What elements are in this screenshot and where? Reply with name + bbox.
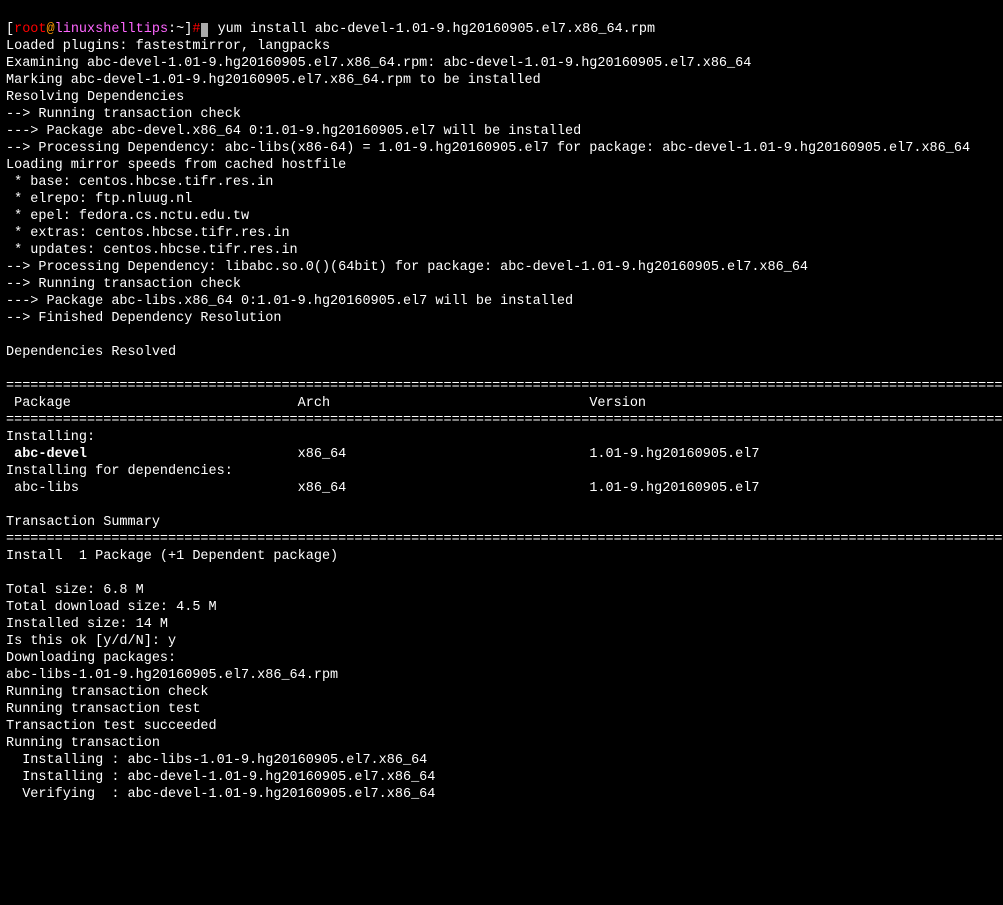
line-trans-summary: Transaction Summary: [6, 515, 160, 530]
prompt-cwd: :~: [168, 22, 184, 37]
line-total-size: Total size: 6.8 M: [6, 583, 144, 598]
line-deps-resolved: Dependencies Resolved: [6, 345, 176, 360]
section-dependencies: Installing for dependencies:: [6, 464, 233, 479]
line-installed-size: Installed size: 14 M: [6, 617, 168, 632]
line-running-trans: Running transaction: [6, 736, 160, 751]
prompt-user: root: [14, 22, 46, 37]
line-mirror-updates: * updates: centos.hbcse.tifr.res.in: [6, 243, 298, 258]
col-package: Package: [14, 396, 71, 411]
line-processing-dep: --> Processing Dependency: abc-libs(x86-…: [6, 141, 970, 156]
table-row: abc-libs x86_64 1.01-9.hg20160905.el7 ep…: [6, 481, 1003, 496]
divider-top: ========================================…: [6, 379, 1003, 394]
line-verifying-devel: Verifying : abc-devel-1.01-9.hg20160905.…: [6, 787, 435, 802]
prompt-host: linuxshelltips: [55, 22, 168, 37]
pkg-ver-1: 1.01-9.hg20160905.el7: [589, 447, 759, 462]
table-row: abc-devel x86_64 1.01-9.hg20160905.el7 /…: [6, 447, 1003, 462]
line-mirror-extras: * extras: centos.hbcse.tifr.res.in: [6, 226, 290, 241]
line-examining: Examining abc-devel-1.01-9.hg20160905.el…: [6, 56, 751, 71]
line-running-check2: --> Running transaction check: [6, 277, 241, 292]
prompt-hash: #: [192, 22, 200, 37]
line-is-this-ok: Is this ok [y/d/N]: y: [6, 634, 176, 649]
line-test-succeeded: Transaction test succeeded: [6, 719, 217, 734]
line-downloading: Downloading packages:: [6, 651, 176, 666]
cursor: [201, 23, 208, 37]
line-run-check: Running transaction check: [6, 685, 209, 700]
col-arch: Arch: [298, 396, 330, 411]
line-download-size: Total download size: 4.5 M: [6, 600, 217, 615]
section-installing: Installing:: [6, 430, 95, 445]
terminal-output[interactable]: [root@linuxshelltips:~]# yum install abc…: [6, 21, 1003, 803]
line-running-check: --> Running transaction check: [6, 107, 241, 122]
line-install-count: Install 1 Package (+1 Dependent package): [6, 549, 338, 564]
prompt-open-bracket: [: [6, 22, 14, 37]
line-pkg-abc-libs: ---> Package abc-libs.x86_64 0:1.01-9.hg…: [6, 294, 573, 309]
line-loading-mirror: Loading mirror speeds from cached hostfi…: [6, 158, 346, 173]
table-header: Package Arch Version Repository: [6, 396, 1003, 411]
line-rpm-file: abc-libs-1.01-9.hg20160905.el7.x86_64.rp…: [6, 668, 338, 683]
col-version: Version: [589, 396, 646, 411]
line-resolving: Resolving Dependencies: [6, 90, 184, 105]
pkg-arch-1: x86_64: [298, 447, 347, 462]
line-processing-dep2: --> Processing Dependency: libabc.so.0()…: [6, 260, 808, 275]
line-mirror-epel: * epel: fedora.cs.nctu.edu.tw: [6, 209, 249, 224]
line-finished-dep: --> Finished Dependency Resolution: [6, 311, 281, 326]
line-loaded-plugins: Loaded plugins: fastestmirror, langpacks: [6, 39, 330, 54]
line-installing-devel: Installing : abc-devel-1.01-9.hg20160905…: [6, 770, 435, 785]
line-pkg-will-install: ---> Package abc-devel.x86_64 0:1.01-9.h…: [6, 124, 581, 139]
line-mirror-base: * base: centos.hbcse.tifr.res.in: [6, 175, 273, 190]
prompt-at: @: [47, 22, 55, 37]
pkg-name-2: abc-libs: [14, 481, 79, 496]
pkg-name-1: abc-devel: [14, 447, 87, 462]
command-line: yum install abc-devel-1.01-9.hg20160905.…: [218, 22, 655, 37]
line-mirror-elrepo: * elrepo: ftp.nluug.nl: [6, 192, 192, 207]
line-marking: Marking abc-devel-1.01-9.hg20160905.el7.…: [6, 73, 541, 88]
divider-header: ========================================…: [6, 413, 1003, 428]
line-installing-libs: Installing : abc-libs-1.01-9.hg20160905.…: [6, 753, 427, 768]
line-run-test: Running transaction test: [6, 702, 200, 717]
pkg-ver-2: 1.01-9.hg20160905.el7: [589, 481, 759, 496]
pkg-arch-2: x86_64: [298, 481, 347, 496]
divider-bottom: ========================================…: [6, 532, 1003, 547]
